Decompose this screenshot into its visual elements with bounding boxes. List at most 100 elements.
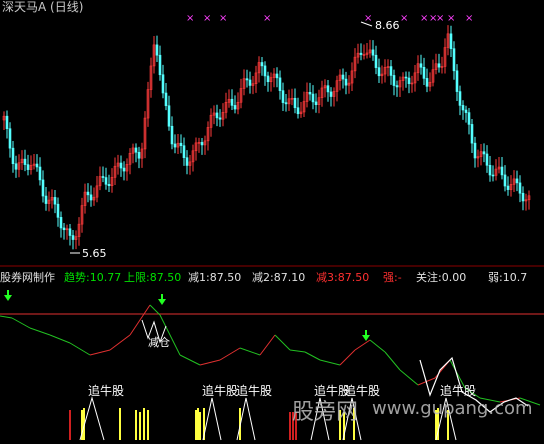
trend-segment [399, 369, 419, 386]
candle-body [62, 227, 66, 231]
candle-body [518, 182, 522, 194]
candle-body [233, 105, 237, 110]
candle-body [455, 70, 459, 92]
trend-segment [384, 351, 401, 371]
trend-segment [369, 339, 386, 353]
candle-body [182, 145, 186, 158]
candle-body [293, 97, 297, 109]
top-signal-markers: × × × × × × × ×× × × [186, 13, 473, 24]
candle-body [344, 78, 348, 86]
candle-body [38, 166, 42, 181]
zhuiniu-curve [202, 397, 222, 441]
candle-body [218, 117, 222, 120]
trend-segment [89, 349, 111, 356]
signal-marker: × [465, 13, 473, 24]
candle-body [515, 178, 519, 184]
candlestick-series [2, 25, 531, 250]
candle-body [395, 85, 399, 88]
arrow-head [158, 299, 166, 305]
candle-body [23, 158, 27, 165]
candle-body [422, 66, 426, 79]
high-price-label: 8.66 [375, 19, 400, 32]
candle-body [200, 142, 204, 146]
reduce1-item: 减1:87.50 [188, 271, 242, 284]
candle-body [482, 151, 486, 155]
candle-body [425, 78, 429, 87]
signal-marker: × [447, 13, 455, 24]
zhuiniu-label-6: 追牛股 [440, 384, 477, 398]
candle-body [521, 192, 525, 202]
reduce-position-label: 减仓 [148, 336, 170, 349]
candle-body [107, 184, 111, 187]
trend-segment [49, 334, 71, 344]
trend-segment [304, 351, 321, 361]
candle-body [155, 44, 159, 56]
candle-body [44, 195, 48, 204]
signal-marker: × [219, 13, 227, 24]
candle-body [230, 98, 234, 106]
candle-body [119, 162, 123, 169]
low-price-label: 5.65 [82, 247, 107, 260]
window-title: 深天马A (日线) [2, 0, 84, 14]
candle-body [248, 79, 252, 86]
zhuiniu-label-1: 追牛股 [88, 384, 125, 398]
candle-body [437, 63, 441, 68]
trend-item: 趋势:10.77 [64, 271, 122, 284]
candle-body [296, 107, 300, 115]
watch-item: 关注:0.00 [416, 271, 467, 284]
trend-segment [274, 334, 291, 351]
trend-segment [319, 359, 341, 366]
candle-body [179, 142, 183, 147]
candle-body [5, 115, 9, 129]
candle-body [56, 203, 60, 218]
signal-marker: × [203, 13, 211, 24]
candle-body [68, 228, 72, 236]
candle-body [470, 124, 474, 144]
candle-body [506, 185, 510, 190]
candle-body [452, 48, 456, 72]
signal-marker: × [263, 13, 271, 24]
indicator-name: 股券网制作 [0, 271, 55, 284]
candle-body [308, 91, 312, 95]
candle-body [134, 147, 138, 153]
candle-body [173, 143, 177, 148]
zhuiniu-label-3: 追牛股 [236, 384, 273, 398]
trend-segment [29, 327, 51, 336]
candle-body [263, 65, 267, 77]
weak-item: 弱:10.7 [488, 271, 528, 284]
candle-body [71, 235, 75, 240]
candle-body [122, 167, 126, 172]
upper-limit-item: 上限:87.50 [124, 271, 182, 284]
candle-body [89, 194, 93, 201]
candle-body [467, 112, 471, 125]
chart-canvas[interactable]: × × × × × × × ×× × × [0, 0, 544, 444]
candle-body [266, 75, 270, 83]
arrow-head [4, 295, 12, 301]
candle-body [215, 112, 219, 119]
trend-segment [259, 334, 276, 356]
candle-body [86, 191, 90, 196]
candle-body [284, 102, 288, 105]
candle-body [26, 164, 30, 170]
candle-body [374, 54, 378, 68]
candle-body [359, 52, 363, 55]
candle-body [158, 54, 162, 76]
signal-marker: × [436, 13, 444, 24]
candle-body [314, 101, 318, 106]
trend-segment [69, 342, 91, 356]
candle-body [260, 62, 264, 67]
candle-body [461, 105, 465, 111]
candle-body [101, 176, 105, 178]
signal-marker: × [420, 13, 428, 24]
candle-body [164, 92, 168, 107]
candle-body [503, 174, 507, 187]
candle-body [167, 105, 171, 127]
trend-segment [289, 349, 306, 353]
candle-body [449, 33, 453, 49]
candle-body [500, 166, 504, 176]
candle-body [488, 165, 492, 176]
candle-body [41, 179, 45, 197]
candle-body [53, 197, 57, 205]
candle-body [404, 76, 408, 79]
candle-body [485, 153, 489, 166]
